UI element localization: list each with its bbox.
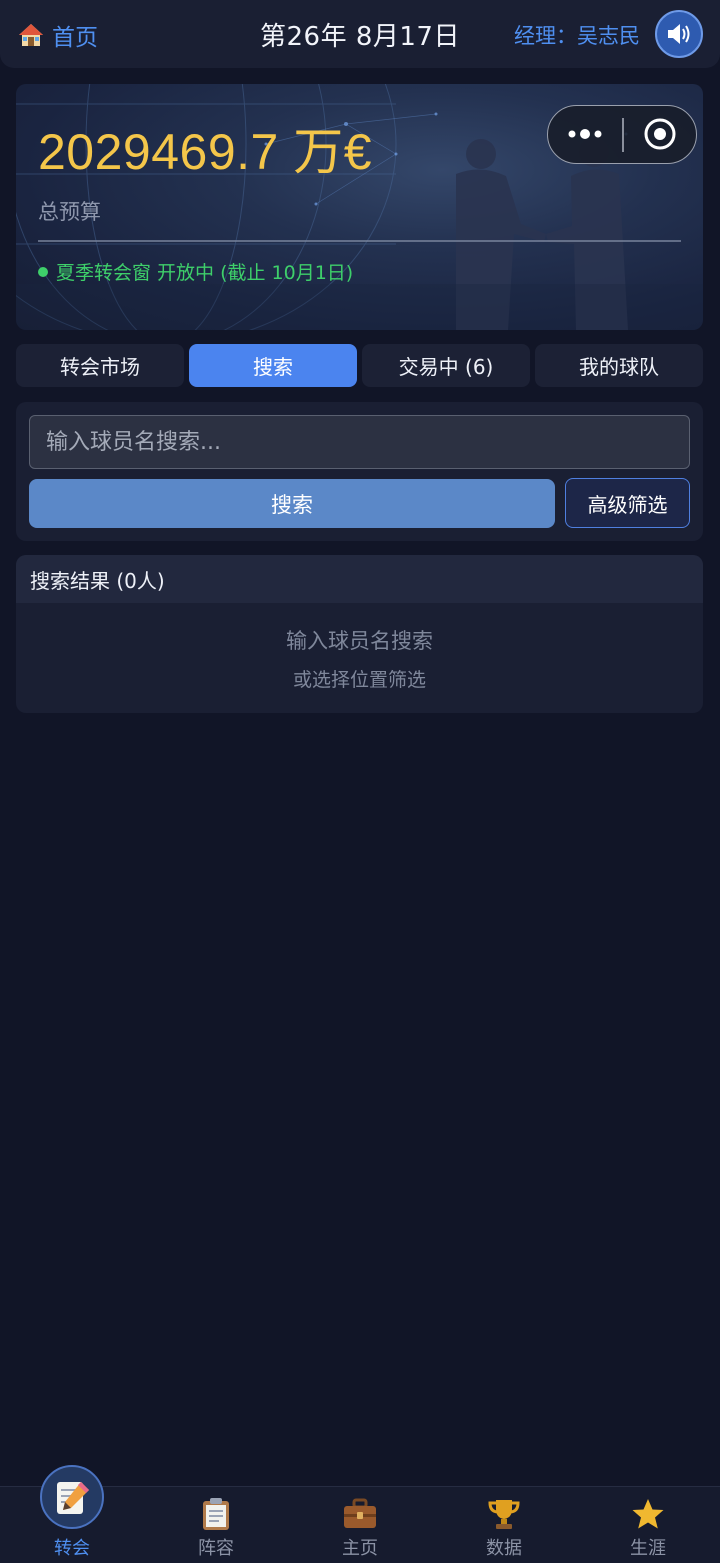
nav-label-career: 生涯 [630,1538,666,1559]
nav-label-transfer: 转会 [54,1538,90,1559]
results-title: 搜索结果 (0人) [16,555,703,603]
nav-label-lineup: 阵容 [198,1538,234,1559]
transfer-page: 首页 第26年 8月17日 经理：吴志民 2029469.7 万€ 总预算 夏季… [0,0,720,1563]
star-icon [632,1499,664,1529]
sound-toggle-button[interactable] [655,10,703,58]
empty-hint-secondary: 或选择位置筛选 [292,669,426,691]
tab-trading[interactable]: 交易中 (6) [362,344,530,387]
more-dots-icon [568,129,602,139]
close-miniprogram-button[interactable] [624,106,696,162]
tab-search[interactable]: 搜索 [189,344,357,387]
budget-card: 2029469.7 万€ 总预算 夏季转会窗 开放中 (截止 10月1日) [16,84,703,330]
budget-label: 总预算 [38,200,101,224]
search-results-panel: 搜索结果 (0人) 输入球员名搜索 或选择位置筛选 [16,555,703,713]
briefcase-icon [344,1498,376,1528]
active-indicator [40,1465,104,1529]
clipboard-icon [203,1498,229,1530]
speaker-icon [668,24,690,44]
memo-pencil-icon [57,1482,89,1514]
nav-icon-wrap [629,1495,667,1533]
nav-item-stats[interactable]: 数据 [432,1487,576,1563]
player-search-input[interactable] [29,415,690,469]
nav-icon-wrap [485,1495,523,1533]
tab-my-team[interactable]: 我的球队 [535,344,703,387]
empty-hint-primary: 输入球员名搜索 [286,629,433,653]
transfer-window-status: 夏季转会窗 开放中 (截止 10月1日) [38,258,353,285]
more-options-button[interactable] [548,106,622,162]
transfer-window-text: 夏季转会窗 开放中 (截止 10月1日) [56,262,354,284]
miniprogram-capsule [547,105,697,164]
budget-value: 2029469.7 万€ [38,124,373,180]
nav-icon-wrap [197,1495,235,1533]
divider [38,240,681,242]
trophy-icon [488,1500,520,1529]
nav-icon-wrap [341,1495,379,1533]
target-close-icon [644,118,676,150]
top-bar: 首页 第26年 8月17日 经理：吴志民 [0,0,720,68]
nav-label-stats: 数据 [486,1538,522,1559]
nav-item-transfer[interactable]: 转会 [0,1465,144,1563]
search-panel: 搜索 高级筛选 [16,402,703,541]
status-dot-icon [38,266,48,277]
manager-name[interactable]: 经理：吴志民 [514,20,640,50]
nav-item-career[interactable]: 生涯 [576,1487,720,1563]
nav-label-home: 主页 [342,1538,378,1559]
advanced-filter-button[interactable]: 高级筛选 [565,478,690,528]
nav-item-home[interactable]: 主页 [288,1487,432,1563]
tab-bar: 转会市场 搜索 交易中 (6) 我的球队 [16,344,704,388]
bottom-nav: 转会 阵容 主页 数据 生涯 [0,1465,720,1563]
nav-item-lineup[interactable]: 阵容 [144,1487,288,1563]
search-button[interactable]: 搜索 [29,479,555,528]
tab-transfer-market[interactable]: 转会市场 [16,344,184,387]
